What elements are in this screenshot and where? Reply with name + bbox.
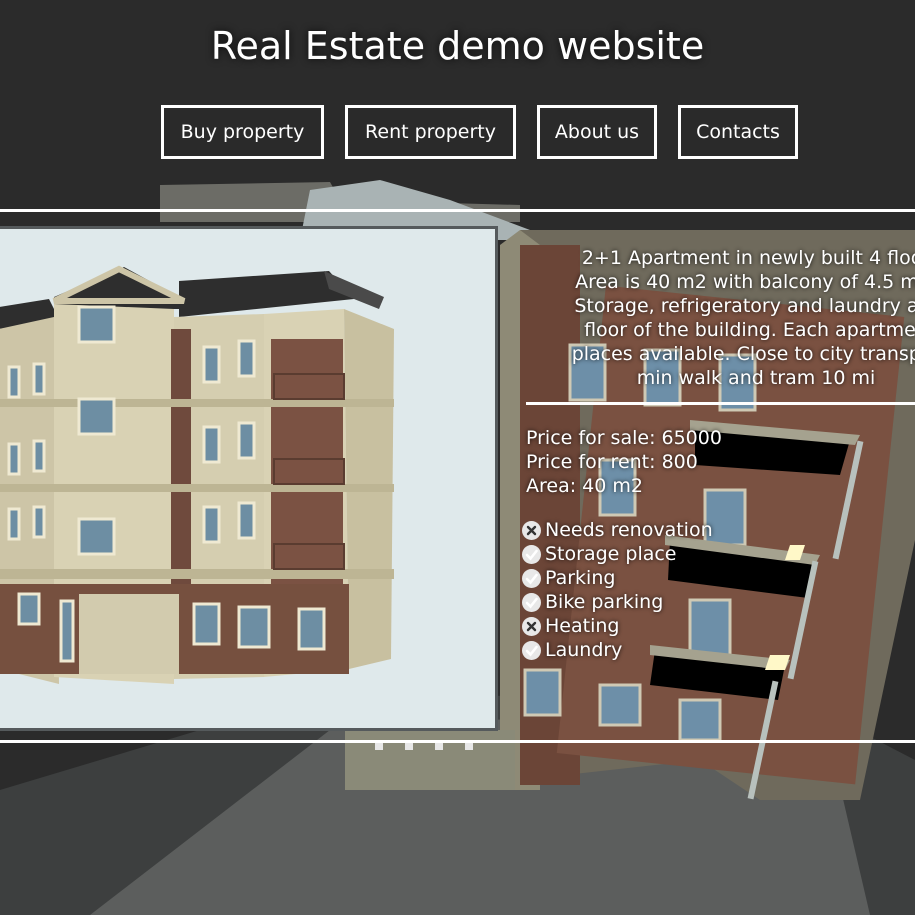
feature-item: Bike parking [522,590,713,614]
feature-list: Needs renovation Storage place Parking B… [522,518,713,662]
check-circle-icon [522,592,541,612]
listing-image[interactable] [0,226,498,731]
feature-item: Parking [522,566,713,590]
feature-label: Laundry [545,639,623,661]
feature-label: Heating [545,615,620,637]
site-title: Real Estate demo website [210,24,705,68]
check-circle-icon [522,568,541,588]
listing-stats: Price for sale: 65000 Price for rent: 80… [526,426,722,498]
listing-description: 2+1 Apartment in newly built 4 floor Are… [526,246,915,390]
cross-circle-icon [522,616,541,636]
description-line: min walk and tram 10 mi [636,367,876,389]
feature-label: Needs renovation [545,519,713,541]
rent-property-button[interactable]: Rent property [345,105,516,159]
area: Area: 40 m2 [526,475,643,497]
check-circle-icon [522,544,541,564]
feature-label: Bike parking [545,591,664,613]
buy-property-button[interactable]: Buy property [161,105,324,159]
apartment-building-image [0,229,495,728]
check-circle-icon [522,640,541,660]
description-divider [526,402,915,405]
description-line: Area is 40 m2 with balcony of 4.5 m2. [575,271,915,293]
contacts-button[interactable]: Contacts [678,105,798,159]
feature-item: Needs renovation [522,518,713,542]
price-for-rent: Price for rent: 800 [526,451,698,473]
main-navigation: Buy property Rent property About us Cont… [0,105,915,163]
feature-label: Storage place [545,543,677,565]
price-for-sale: Price for sale: 65000 [526,427,722,449]
feature-item: Laundry [522,638,713,662]
description-line: floor of the building. Each apartmen [584,319,915,341]
description-line: places available. Close to city transpor [571,343,915,365]
listing-top-border [0,209,915,212]
description-line: 2+1 Apartment in newly built 4 floor [581,247,915,269]
about-us-button[interactable]: About us [537,105,657,159]
feature-item: Heating [522,614,713,638]
description-line: Storage, refrigeratory and laundry are [574,295,915,317]
feature-label: Parking [545,567,616,589]
listing-bottom-border [0,740,915,743]
feature-item: Storage place [522,542,713,566]
cross-circle-icon [522,520,541,540]
